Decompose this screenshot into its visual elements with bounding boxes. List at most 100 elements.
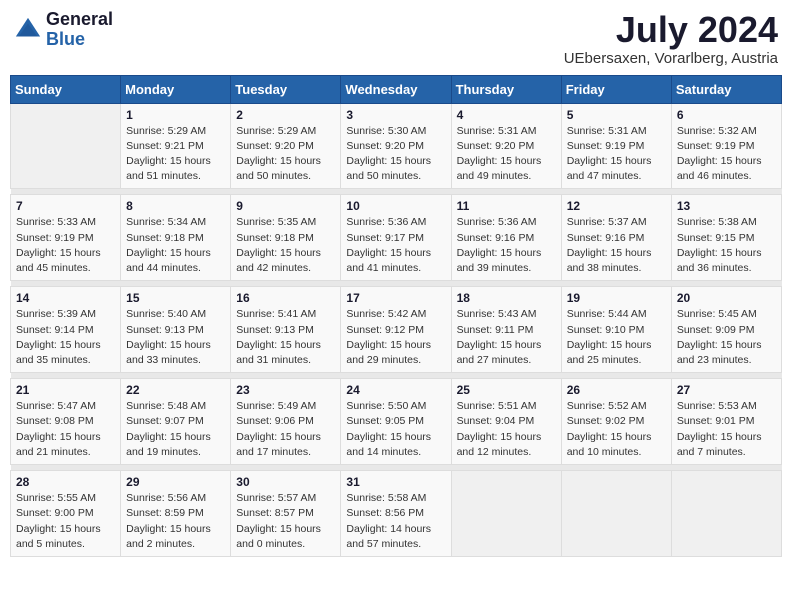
calendar-cell: 8 Sunrise: 5:34 AM Sunset: 9:18 PM Daylig… [121,195,231,281]
calendar-cell: 5Sunrise: 5:31 AM Sunset: 9:19 PM Daylig… [561,103,671,189]
cell-info: Sunrise: 5:57 AM Sunset: 8:57 PM Dayligh… [236,491,335,552]
calendar-cell: 11 Sunrise: 5:36 AM Sunset: 9:16 PM Dayli… [451,195,561,281]
day-number: 2 [236,108,335,122]
cell-info: Sunrise: 5:55 AM Sunset: 9:00 PM Dayligh… [16,491,115,552]
cell-info: Sunrise: 5:35 AM Sunset: 9:18 PM Dayligh… [236,215,335,276]
cell-info: Sunrise: 5:58 AM Sunset: 8:56 PM Dayligh… [346,491,445,552]
logo-icon [14,16,42,44]
calendar-cell: 10Sunrise: 5:36 AM Sunset: 9:17 PM Dayli… [341,195,451,281]
calendar-week-row: 7Sunrise: 5:33 AM Sunset: 9:19 PM Daylig… [11,195,782,281]
calendar-week-row: 1 Sunrise: 5:29 AM Sunset: 9:21 PM Daylig… [11,103,782,189]
location-subtitle: UEbersaxen, Vorarlberg, Austria [564,50,778,67]
calendar-cell: 19 Sunrise: 5:44 AM Sunset: 9:10 PM Dayli… [561,287,671,373]
day-number: 26 [567,383,666,397]
day-number: 9 [236,199,335,213]
cell-info: Sunrise: 5:47 AM Sunset: 9:08 PM Dayligh… [16,399,115,460]
cell-info: Sunrise: 5:48 AM Sunset: 9:07 PM Dayligh… [126,399,225,460]
weekday-header-wednesday: Wednesday [341,75,451,103]
day-number: 17 [346,291,445,305]
weekday-header-sunday: Sunday [11,75,121,103]
weekday-header-friday: Friday [561,75,671,103]
day-number: 6 [677,108,776,122]
weekday-header-monday: Monday [121,75,231,103]
cell-info: Sunrise: 5:51 AM Sunset: 9:04 PM Dayligh… [457,399,556,460]
cell-info: Sunrise: 5:36 AM Sunset: 9:16 PM Dayligh… [457,215,556,276]
cell-info: Sunrise: 5:42 AM Sunset: 9:12 PM Dayligh… [346,307,445,368]
day-number: 5 [567,108,666,122]
weekday-header-tuesday: Tuesday [231,75,341,103]
cell-info: Sunrise: 5:37 AM Sunset: 9:16 PM Dayligh… [567,215,666,276]
calendar-cell: 30 Sunrise: 5:57 AM Sunset: 8:57 PM Dayli… [231,471,341,557]
calendar-cell [11,103,121,189]
calendar-cell: 24Sunrise: 5:50 AM Sunset: 9:05 PM Dayli… [341,379,451,465]
cell-info: Sunrise: 5:39 AM Sunset: 9:14 PM Dayligh… [16,307,115,368]
title-block: July 2024 UEbersaxen, Vorarlberg, Austri… [564,10,778,67]
day-number: 29 [126,475,225,489]
weekday-header-saturday: Saturday [671,75,781,103]
cell-info: Sunrise: 5:44 AM Sunset: 9:10 PM Dayligh… [567,307,666,368]
calendar-cell: 13Sunrise: 5:38 AM Sunset: 9:15 PM Dayli… [671,195,781,281]
day-number: 23 [236,383,335,397]
calendar-cell: 4 Sunrise: 5:31 AM Sunset: 9:20 PM Daylig… [451,103,561,189]
day-number: 21 [16,383,115,397]
calendar-cell: 20 Sunrise: 5:45 AM Sunset: 9:09 PM Dayli… [671,287,781,373]
calendar-cell: 29 Sunrise: 5:56 AM Sunset: 8:59 PM Dayli… [121,471,231,557]
day-number: 20 [677,291,776,305]
day-number: 15 [126,291,225,305]
calendar-cell: 2Sunrise: 5:29 AM Sunset: 9:20 PM Daylig… [231,103,341,189]
calendar-cell: 15 Sunrise: 5:40 AM Sunset: 9:13 PM Dayli… [121,287,231,373]
calendar-cell: 6Sunrise: 5:32 AM Sunset: 9:19 PM Daylig… [671,103,781,189]
calendar-cell: 27 Sunrise: 5:53 AM Sunset: 9:01 PM Dayli… [671,379,781,465]
page-header: General Blue July 2024 UEbersaxen, Vorar… [10,10,782,67]
calendar-cell: 9 Sunrise: 5:35 AM Sunset: 9:18 PM Daylig… [231,195,341,281]
day-number: 13 [677,199,776,213]
calendar-cell: 28 Sunrise: 5:55 AM Sunset: 9:00 PM Dayli… [11,471,121,557]
calendar-cell: 7Sunrise: 5:33 AM Sunset: 9:19 PM Daylig… [11,195,121,281]
cell-info: Sunrise: 5:56 AM Sunset: 8:59 PM Dayligh… [126,491,225,552]
calendar-week-row: 28 Sunrise: 5:55 AM Sunset: 9:00 PM Dayli… [11,471,782,557]
day-number: 30 [236,475,335,489]
month-year-title: July 2024 [564,10,778,50]
calendar-cell [451,471,561,557]
cell-info: Sunrise: 5:33 AM Sunset: 9:19 PM Dayligh… [16,215,115,276]
cell-info: Sunrise: 5:43 AM Sunset: 9:11 PM Dayligh… [457,307,556,368]
calendar-week-row: 21 Sunrise: 5:47 AM Sunset: 9:08 PM Dayli… [11,379,782,465]
calendar-table: SundayMondayTuesdayWednesdayThursdayFrid… [10,75,782,557]
day-number: 3 [346,108,445,122]
day-number: 18 [457,291,556,305]
day-number: 31 [346,475,445,489]
calendar-cell: 16 Sunrise: 5:41 AM Sunset: 9:13 PM Dayli… [231,287,341,373]
weekday-header-thursday: Thursday [451,75,561,103]
calendar-cell: 17 Sunrise: 5:42 AM Sunset: 9:12 PM Dayli… [341,287,451,373]
day-number: 8 [126,199,225,213]
calendar-cell: 18 Sunrise: 5:43 AM Sunset: 9:11 PM Dayli… [451,287,561,373]
calendar-cell [561,471,671,557]
calendar-cell: 14Sunrise: 5:39 AM Sunset: 9:14 PM Dayli… [11,287,121,373]
cell-info: Sunrise: 5:53 AM Sunset: 9:01 PM Dayligh… [677,399,776,460]
calendar-week-row: 14Sunrise: 5:39 AM Sunset: 9:14 PM Dayli… [11,287,782,373]
day-number: 1 [126,108,225,122]
day-number: 11 [457,199,556,213]
day-number: 27 [677,383,776,397]
cell-info: Sunrise: 5:45 AM Sunset: 9:09 PM Dayligh… [677,307,776,368]
cell-info: Sunrise: 5:41 AM Sunset: 9:13 PM Dayligh… [236,307,335,368]
day-number: 16 [236,291,335,305]
cell-info: Sunrise: 5:36 AM Sunset: 9:17 PM Dayligh… [346,215,445,276]
logo-blue-text: Blue [46,30,113,50]
day-number: 28 [16,475,115,489]
cell-info: Sunrise: 5:31 AM Sunset: 9:20 PM Dayligh… [457,124,556,185]
day-number: 19 [567,291,666,305]
cell-info: Sunrise: 5:29 AM Sunset: 9:21 PM Dayligh… [126,124,225,185]
cell-info: Sunrise: 5:52 AM Sunset: 9:02 PM Dayligh… [567,399,666,460]
cell-info: Sunrise: 5:40 AM Sunset: 9:13 PM Dayligh… [126,307,225,368]
cell-info: Sunrise: 5:49 AM Sunset: 9:06 PM Dayligh… [236,399,335,460]
calendar-cell: 23 Sunrise: 5:49 AM Sunset: 9:06 PM Dayli… [231,379,341,465]
day-number: 24 [346,383,445,397]
logo: General Blue [14,10,113,50]
day-number: 25 [457,383,556,397]
calendar-cell: 22 Sunrise: 5:48 AM Sunset: 9:07 PM Dayli… [121,379,231,465]
cell-info: Sunrise: 5:34 AM Sunset: 9:18 PM Dayligh… [126,215,225,276]
day-number: 22 [126,383,225,397]
day-number: 4 [457,108,556,122]
calendar-cell: 25 Sunrise: 5:51 AM Sunset: 9:04 PM Dayli… [451,379,561,465]
